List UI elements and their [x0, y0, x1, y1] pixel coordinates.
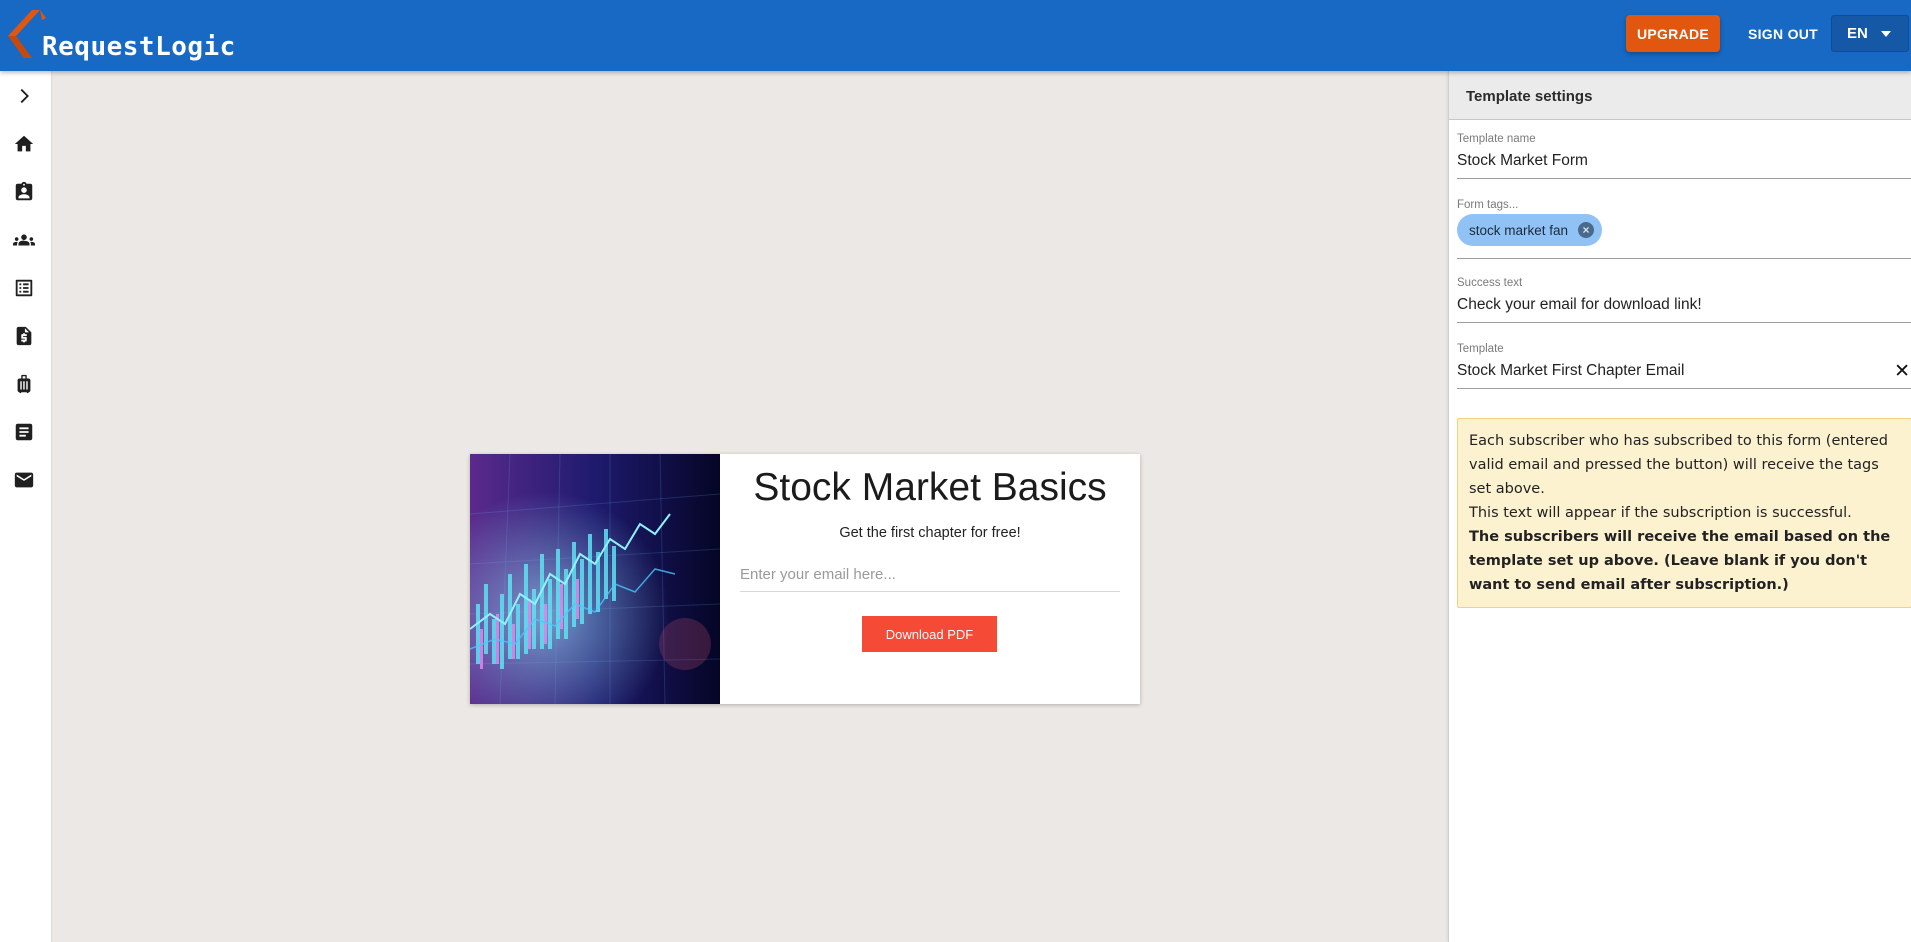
template-value[interactable]: Stock Market First Chapter Email	[1457, 362, 1684, 380]
download-pdf-button[interactable]: Download PDF	[862, 616, 997, 652]
contact-card-icon	[15, 181, 33, 201]
sidebar-item-lists[interactable]	[10, 274, 38, 302]
form-subtitle[interactable]: Get the first chapter for free!	[720, 525, 1140, 541]
form-preview-body: Stock Market Basics Get the first chapte…	[720, 454, 1140, 704]
template-name-value[interactable]: Stock Market Form	[1457, 152, 1588, 170]
remove-tag-icon[interactable]: ×	[1578, 222, 1595, 238]
invoice-icon	[16, 326, 32, 346]
template-settings-panel: Template settings Template name Stock Ma…	[1448, 71, 1911, 942]
language-value: EN	[1847, 25, 1868, 42]
success-text-value[interactable]: Check your email for download link!	[1457, 296, 1702, 314]
sidebar-item-mail[interactable]	[10, 466, 38, 494]
form-tags-field[interactable]: Form tags... stock market fan ×	[1457, 199, 1911, 259]
sidebar-item-invoices[interactable]	[10, 322, 38, 350]
info-line-success: This text will appear if the subscriptio…	[1469, 505, 1852, 521]
logo[interactable]: RequestLogic	[0, 4, 235, 64]
template-label: Template	[1457, 343, 1504, 355]
template-select-field[interactable]: Template Stock Market First Chapter Emai…	[1457, 343, 1911, 389]
language-select[interactable]: EN	[1831, 15, 1909, 52]
sidebar-item-luggage[interactable]	[10, 370, 38, 398]
people-icon	[13, 234, 35, 246]
sidebar-expand-button[interactable]	[10, 82, 38, 110]
home-icon	[14, 135, 34, 152]
template-canvas: Stock Market Basics Get the first chapte…	[53, 71, 1448, 942]
caret-down-icon	[1880, 30, 1891, 37]
sign-out-button[interactable]: SIGN OUT	[1745, 15, 1821, 52]
panel-header: Template settings	[1449, 71, 1911, 120]
form-email-input[interactable]	[740, 558, 1120, 592]
upgrade-button[interactable]: UPGRADE	[1626, 15, 1720, 52]
tag-chip-label: stock market fan	[1469, 222, 1569, 238]
form-preview-card[interactable]: Stock Market Basics Get the first chapte…	[470, 454, 1140, 704]
success-text-label: Success text	[1457, 277, 1523, 289]
info-line-tags: Each subscriber who has subscribed to th…	[1469, 433, 1888, 497]
sidebar-item-people[interactable]	[10, 226, 38, 254]
logo-mark-icon	[8, 10, 46, 58]
chevron-right-icon	[20, 88, 29, 104]
sidebar-item-contacts[interactable]	[10, 178, 38, 206]
template-name-label: Template name	[1457, 133, 1536, 145]
logo-text: RequestLogic	[42, 32, 236, 62]
stock-chart-illustration	[470, 454, 720, 704]
mail-icon	[14, 472, 34, 488]
sidebar	[0, 71, 52, 942]
list-icon	[15, 279, 33, 297]
clear-icon[interactable]: ✕	[1894, 360, 1910, 383]
top-app-bar: RequestLogic UPGRADE SIGN OUT EN	[0, 0, 1911, 71]
template-name-field[interactable]: Template name Stock Market Form	[1457, 133, 1911, 179]
panel-title: Template settings	[1466, 88, 1593, 105]
info-line-template: The subscribers will receive the email b…	[1469, 529, 1891, 593]
stock-chart-image	[470, 454, 720, 704]
luggage-icon	[17, 374, 31, 394]
form-title[interactable]: Stock Market Basics	[720, 466, 1140, 510]
sidebar-item-home[interactable]	[10, 130, 38, 158]
form-tags-label: Form tags...	[1457, 199, 1519, 211]
success-text-field[interactable]: Success text Check your email for downlo…	[1457, 277, 1911, 323]
sidebar-item-documents[interactable]	[10, 418, 38, 446]
document-icon	[15, 423, 33, 441]
tag-chip[interactable]: stock market fan ×	[1457, 214, 1603, 246]
info-box: Each subscriber who has subscribed to th…	[1457, 418, 1911, 608]
